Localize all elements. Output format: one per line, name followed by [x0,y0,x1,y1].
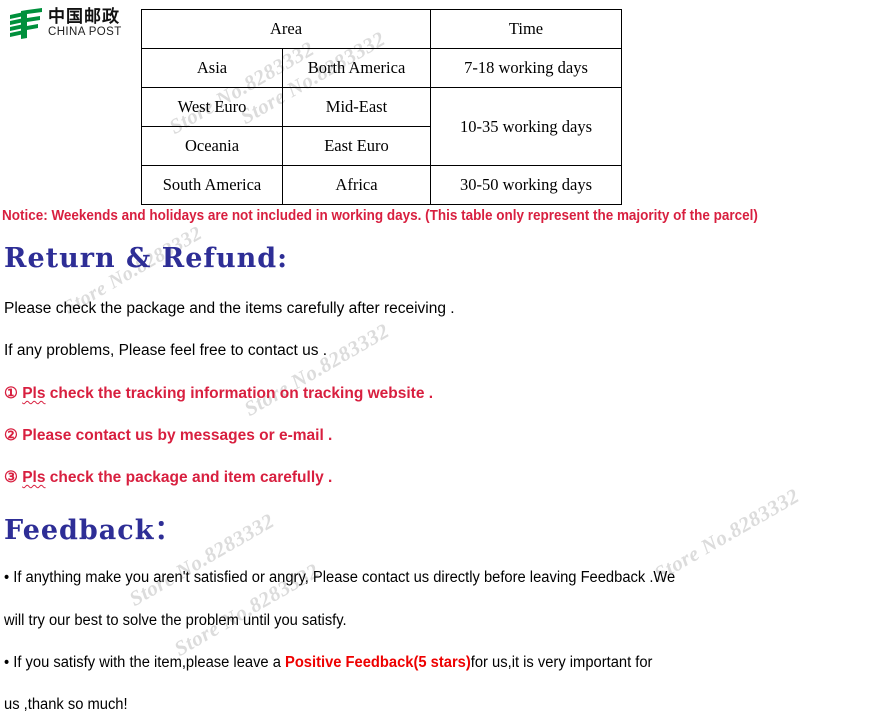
return-paragraph: If any problems, Please feel free to con… [4,342,328,359]
list-marker: ① [4,385,18,402]
feedback-text: If you satisfy with the item,please leav… [13,654,285,671]
table-cell-area-right: Borth America [282,48,431,88]
feedback-paragraph: will try our best to solve the problem u… [4,612,347,630]
return-refund-heading: Return & Refund: [4,243,289,274]
feedback-heading: Feedback： [4,515,183,546]
logo-text: 中国邮政 CHINA POST [48,8,122,39]
list-item-text: Please contact us by messages or e-mail … [22,427,333,444]
table-cell-area-left: Asia [141,48,283,88]
table-header-row: Area Time [141,9,622,49]
bullet-marker: • [4,654,10,671]
positive-feedback-highlight: Positive Feedback(5 stars) [284,654,471,671]
table-cell-area-left: West Euro [141,87,283,127]
table-cell-area-right: East Euro [282,126,431,166]
watermark-text: Store No.8283332 [240,318,394,421]
table-row: Asia Borth America 7-18 working days [141,48,622,88]
table-cell-area-left: Oceania [141,126,283,166]
return-paragraph: Please check the package and the items c… [4,300,455,317]
shipping-time-table: Area Time Asia Borth America 7-18 workin… [141,9,622,205]
table-cell-time: 30-50 working days [430,165,622,205]
feedback-text: will try our best to solve the problem u… [4,612,347,629]
list-item-pre: Pls [22,469,46,486]
bullet-marker: • [4,569,10,586]
table-cell-time: 10-35 working days [430,87,622,166]
table-cell-area-left: South America [141,165,283,205]
table-row: West Euro Mid-East 10-35 working days [141,87,622,166]
feedback-text: for us,it is very important for [470,654,653,671]
table-header-area: Area [141,9,431,49]
list-item-text: check the tracking information on tracki… [45,385,434,402]
table-cell-area-right: Africa [282,165,431,205]
table-cell-time: 7-18 working days [430,48,622,88]
list-marker: ③ [4,469,18,486]
shipping-notice: Notice: Weekends and holidays are not in… [2,208,758,224]
table-row: South America Africa 30-50 working days [141,165,622,205]
list-marker: ② [4,427,18,444]
feedback-paragraph: • If anything make you aren't satisfied … [4,569,675,587]
return-numbered-item: ① Pls check the tracking information on … [4,384,433,403]
logo-name-cn: 中国邮政 [48,7,120,27]
feedback-paragraph: • If you satisfy with the item,please le… [4,654,652,672]
list-item-pre: Pls [22,385,46,402]
feedback-text: us ,thank so much! [4,696,128,713]
return-numbered-item: ③ Pls check the package and item careful… [4,468,332,487]
table-cell-area-right: Mid-East [282,87,431,127]
list-item-text: check the package and item carefully . [45,469,333,486]
table-header-time: Time [430,9,622,49]
china-post-logo: 中国邮政 CHINA POST [8,8,122,40]
header-area: 中国邮政 CHINA POST Area Time Asia Borth Ame… [0,0,880,205]
feedback-text: If anything make you aren't satisfied or… [13,569,676,586]
feedback-paragraph: us ,thank so much! [4,696,128,714]
return-numbered-item: ② Please contact us by messages or e-mai… [4,426,332,445]
logo-name-en: CHINA POST [48,26,122,38]
china-post-emblem-icon [10,8,42,39]
